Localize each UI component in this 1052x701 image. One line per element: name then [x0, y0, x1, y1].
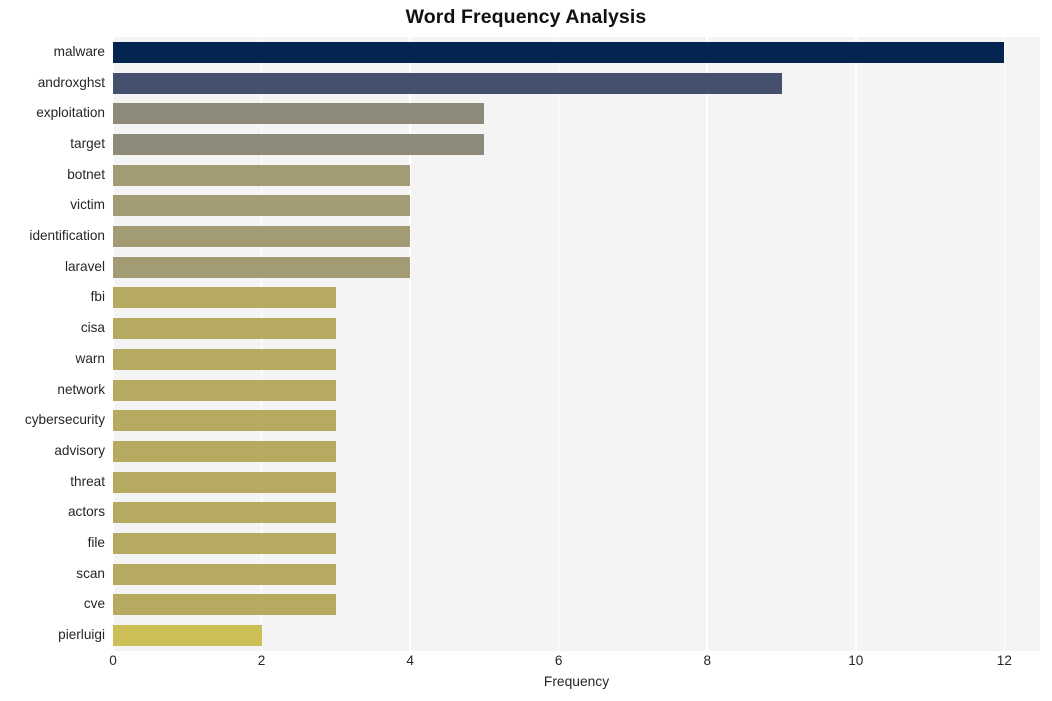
y-tick-label-cve: cve — [83, 596, 105, 612]
y-tick-label-cybersecurity: cybersecurity — [24, 412, 105, 428]
bar-cybersecurity[interactable] — [113, 410, 336, 432]
bar-row — [113, 533, 1040, 555]
y-tick-label-laravel: laravel — [64, 258, 105, 274]
bar-row — [113, 379, 1040, 401]
bar-row — [113, 410, 1040, 432]
bar-row — [113, 133, 1040, 155]
x-tick-label-6: 6 — [554, 653, 563, 668]
bar-victim[interactable] — [113, 195, 411, 217]
y-axis-tick-labels: malware androxghst exploitation target botne… — [0, 37, 105, 651]
bar-cisa[interactable] — [113, 318, 336, 340]
y-tick-label-identification: identification — [29, 228, 105, 244]
bar-row — [113, 563, 1040, 585]
bar-row — [113, 502, 1040, 524]
y-tick-label-malware: malware — [53, 43, 105, 59]
bar-laravel[interactable] — [113, 256, 411, 278]
bar-file[interactable] — [113, 533, 336, 555]
bar-fbi[interactable] — [113, 287, 336, 309]
y-tick-label-warn: warn — [75, 350, 105, 366]
x-tick-label-2: 2 — [257, 653, 266, 668]
bar-row — [113, 471, 1040, 493]
plot-area — [112, 37, 1040, 651]
bar-identification[interactable] — [113, 226, 411, 248]
bar-row — [113, 287, 1040, 309]
bar-androxghst[interactable] — [113, 72, 782, 94]
bar-cve[interactable] — [113, 594, 336, 616]
bar-exploitation[interactable] — [113, 103, 485, 125]
bar-row — [113, 440, 1040, 462]
y-tick-label-actors: actors — [67, 504, 105, 520]
y-tick-label-advisory: advisory — [54, 442, 105, 458]
y-tick-label-network: network — [57, 381, 105, 397]
bar-pierluigi[interactable] — [113, 625, 262, 647]
x-tick-label-8: 8 — [703, 653, 711, 668]
x-tick-label-12: 12 — [996, 653, 1012, 668]
y-tick-label-cisa: cisa — [80, 320, 105, 336]
y-tick-label-pierluigi: pierluigi — [58, 627, 105, 643]
y-tick-label-androxghst: androxghst — [37, 74, 105, 90]
y-tick-label-scan: scan — [76, 565, 105, 581]
bar-row — [113, 256, 1040, 278]
x-tick-label-10: 10 — [848, 653, 864, 668]
bar-actors[interactable] — [113, 502, 336, 524]
bars-layer — [113, 37, 1040, 651]
bar-row — [113, 625, 1040, 647]
bar-scan[interactable] — [113, 563, 336, 585]
bar-warn[interactable] — [113, 348, 336, 370]
y-tick-label-victim: victim — [70, 197, 105, 213]
bar-botnet[interactable] — [113, 164, 411, 186]
bar-advisory[interactable] — [113, 440, 336, 462]
word-frequency-chart: Word Frequency Analysis malware androxghs… — [0, 0, 1052, 701]
bar-row — [113, 348, 1040, 370]
bar-row — [113, 226, 1040, 248]
bar-malware[interactable] — [113, 41, 1005, 63]
chart-title: Word Frequency Analysis — [405, 6, 647, 28]
x-axis-title: Frequency — [543, 674, 610, 689]
y-tick-label-file: file — [87, 535, 105, 551]
bar-row — [113, 103, 1040, 125]
y-tick-label-target: target — [70, 135, 105, 151]
bar-row — [113, 41, 1040, 63]
y-tick-label-fbi: fbi — [90, 289, 105, 305]
bar-row — [113, 72, 1040, 94]
y-tick-label-exploitation: exploitation — [36, 105, 105, 121]
bar-row — [113, 164, 1040, 186]
y-tick-label-threat: threat — [70, 473, 105, 489]
bar-row — [113, 594, 1040, 616]
bar-network[interactable] — [113, 379, 336, 401]
y-tick-label-botnet: botnet — [67, 166, 105, 182]
x-tick-label-0: 0 — [109, 653, 117, 668]
bar-target[interactable] — [113, 133, 485, 155]
bar-threat[interactable] — [113, 471, 336, 493]
x-tick-label-4: 4 — [406, 653, 414, 668]
bar-row — [113, 318, 1040, 340]
bar-row — [113, 195, 1040, 217]
